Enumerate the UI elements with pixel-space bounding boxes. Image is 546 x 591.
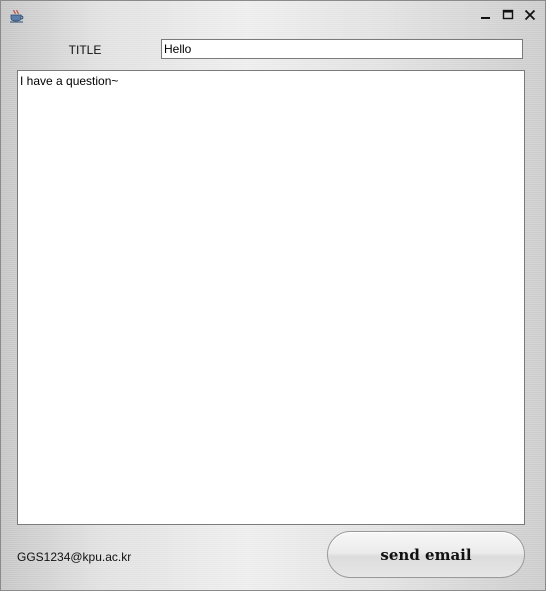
title-bar[interactable] [1, 1, 545, 27]
close-button[interactable] [521, 6, 539, 24]
send-email-button[interactable]: send email [327, 531, 525, 578]
java-cup-icon [9, 8, 25, 23]
minimize-icon [481, 17, 490, 19]
maximize-button[interactable] [499, 6, 517, 24]
app-window: TITLE I have a question~ GGS1234@kpu.ac.… [0, 0, 546, 591]
title-input[interactable] [161, 39, 523, 59]
title-label: TITLE [68, 43, 102, 57]
minimize-button[interactable] [477, 6, 495, 24]
maximize-icon [502, 9, 514, 20]
message-body-textarea[interactable]: I have a question~ [17, 70, 525, 525]
close-icon [524, 9, 536, 21]
sender-email-label: GGS1234@kpu.ac.kr [17, 550, 132, 564]
